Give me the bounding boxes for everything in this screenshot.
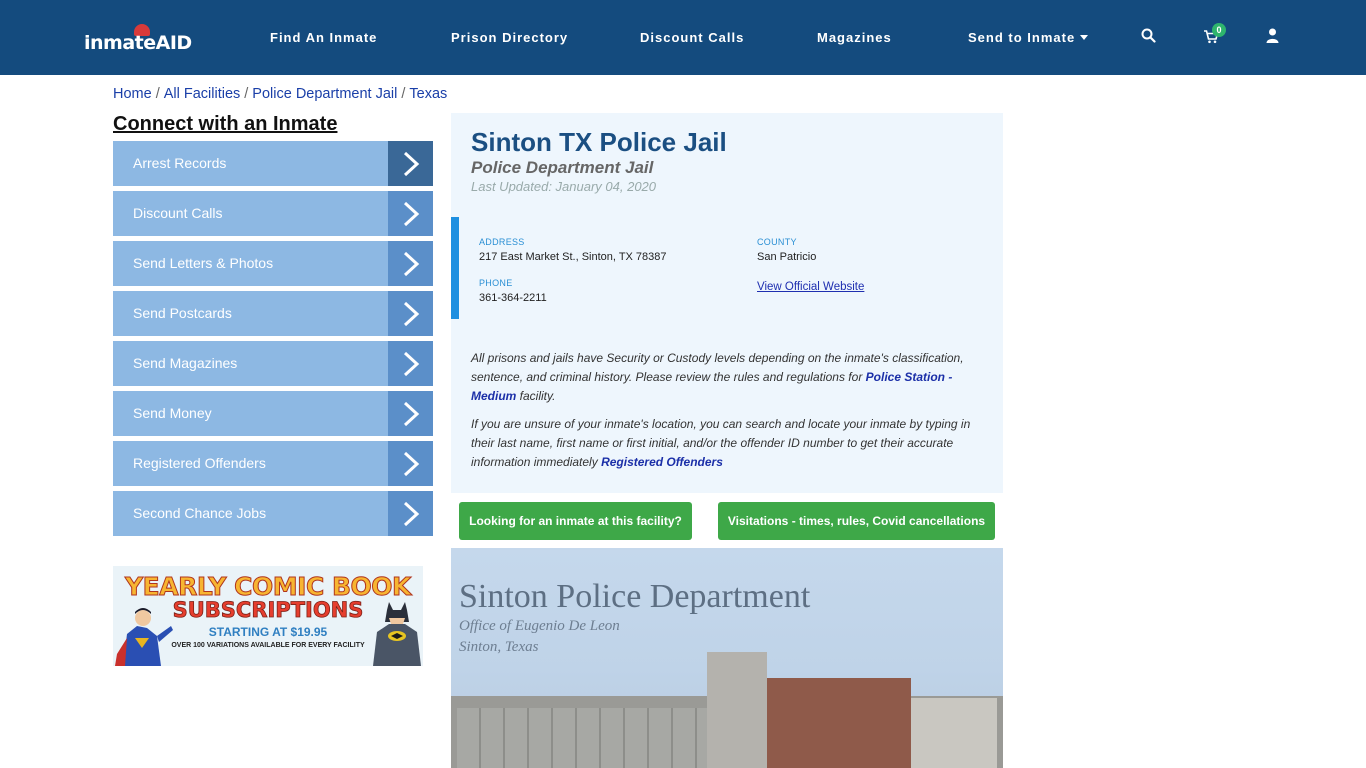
sidebar-item-label: Second Chance Jobs [133,505,267,521]
building-left-wing [457,708,707,768]
sidebar-item-arrest-records[interactable]: Arrest Records [113,141,433,186]
locate-inmate-paragraph: If you are unsure of your inmate's locat… [471,417,971,469]
county-label: COUNTY [757,237,797,247]
chevron-right-icon [388,141,433,186]
cart-count-badge: 0 [1212,23,1226,37]
security-level-paragraph: All prisons and jails have Security or C… [471,351,964,403]
facility-type: Police Department Jail [471,158,654,177]
promo-tagline: OVER 100 VARIATIONS AVAILABLE FOR EVERY … [171,642,365,649]
logo-text: inmateAID [84,32,192,54]
sidebar-item-send-money[interactable]: Send Money [113,391,433,436]
address-label: ADDRESS [479,237,525,247]
sidebar-item-label: Send Letters & Photos [133,255,274,271]
nav-find-an-inmate[interactable]: Find An Inmate [270,30,377,45]
chevron-right-icon [388,491,433,536]
promo-line-1: YEARLY COMIC BOOK [125,572,412,602]
photo-location: Sinton, Texas [459,639,539,655]
sidebar-item-discount-calls[interactable]: Discount Calls [113,191,433,236]
building-right-wing [911,698,997,768]
details-accent-bar [451,217,459,319]
sidebar-item-label: Send Postcards [133,305,232,321]
nav-magazines[interactable]: Magazines [817,30,892,45]
nav-prison-directory[interactable]: Prison Directory [451,30,568,45]
sidebar-item-label: Discount Calls [133,205,223,221]
sidebar-item-label: Registered Offenders [133,455,266,471]
breadcrumb-all-facilities[interactable]: All Facilities [164,86,241,102]
find-inmate-at-facility-button[interactable]: Looking for an inmate at this facility? [459,502,692,540]
chevron-right-icon [388,391,433,436]
breadcrumb-police-department-jail[interactable]: Police Department Jail [252,86,397,102]
sidebar-item-label: Send Money [133,405,212,421]
sidebar-item-send-postcards[interactable]: Send Postcards [113,291,433,336]
promo-price: STARTING AT $19.95 [208,625,328,639]
nav-discount-calls[interactable]: Discount Calls [640,30,744,45]
sidebar-item-send-magazines[interactable]: Send Magazines [113,341,433,386]
sidebar-item-send-letters-photos[interactable]: Send Letters & Photos [113,241,433,286]
facility-title: Sinton TX Police Jail [471,127,727,157]
top-navbar: inmateAID Find An Inmate Prison Director… [0,0,1366,75]
chevron-right-icon [388,341,433,386]
comic-subscription-banner[interactable]: YEARLY COMIC BOOK SUBSCRIPTIONS STARTING… [113,566,423,666]
county-value: San Patricio [757,251,817,263]
nav-send-to-inmate[interactable]: Send to Inmate [968,30,1089,45]
last-updated: Last Updated: January 04, 2020 [471,179,657,194]
photo-subheading: Office of Eugenio De Leon [459,618,620,634]
caret-down-icon [1080,35,1089,40]
official-website-link[interactable]: View Official Website [757,281,864,293]
breadcrumb-home[interactable]: Home [113,86,152,102]
chevron-right-icon [388,441,433,486]
user-icon[interactable] [1266,28,1279,48]
building-brick-section [767,678,911,768]
nav-send-to-inmate-label: Send to Inmate [968,30,1076,45]
registered-offenders-link[interactable]: Registered Offenders [601,455,723,469]
building-tower [707,652,767,768]
phone-label: PHONE [479,278,513,288]
promo-line-2: SUBSCRIPTIONS [172,598,364,623]
visitations-button[interactable]: Visitations - times, rules, Covid cancel… [718,502,995,540]
sidebar-item-label: Arrest Records [133,155,227,171]
chevron-right-icon [388,191,433,236]
site-logo[interactable]: inmateAID [84,22,192,56]
sidebar-item-registered-offenders[interactable]: Registered Offenders [113,441,433,486]
sidebar-heading: Connect with an Inmate [113,113,338,135]
breadcrumb-texas[interactable]: Texas [409,86,447,102]
address-value: 217 East Market St., Sinton, TX 78387 [479,251,667,263]
photo-heading: Sinton Police Department [459,578,811,615]
facility-photo: Sinton Police Department Office of Eugen… [451,548,1003,768]
breadcrumb: Home / All Facilities / Police Department Ja… [113,86,448,102]
chevron-right-icon [388,241,433,286]
phone-value: 361-364-2211 [479,292,547,304]
sidebar-item-label: Send Magazines [133,355,238,371]
search-icon[interactable] [1141,28,1156,48]
chevron-right-icon [388,291,433,336]
sidebar-item-second-chance-jobs[interactable]: Second Chance Jobs [113,491,433,536]
